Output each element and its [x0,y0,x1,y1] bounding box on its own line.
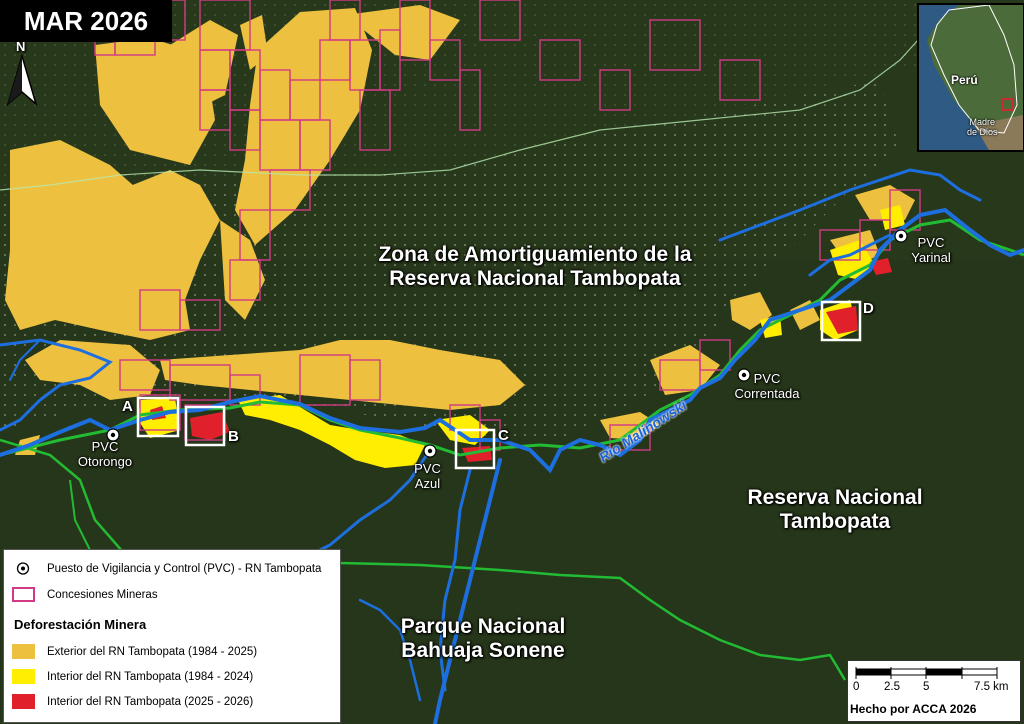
buffer-zone-label: Zona de Amortiguamiento de la Reserva Na… [378,243,692,291]
reserve-label: Reserva Nacional Tambopata [747,486,923,534]
credit-text: Hecho por ACCA 2026 [850,702,977,716]
scale-tick-1: 2.5 [884,681,900,693]
map-title: MAR 2026 [0,0,172,42]
scale-tick-2: 5 [923,681,930,693]
legend-label-concessions: Concesiones Mineras [47,588,158,601]
pvc-label-yarinal: PVC Yarinal [911,235,951,265]
legend-row-concessions: Concesiones Mineras [12,587,158,602]
legend-swatch-interior-new [12,694,35,709]
inset-country-label: Perú [951,73,978,87]
legend: Puesto de Vigilancia y Control (PVC) - R… [3,549,341,723]
inset-region-label: Madre de Dios [967,117,998,137]
box-label-b: B [228,428,239,445]
legend-label-pvc: Puesto de Vigilancia y Control (PVC) - R… [47,562,322,575]
legend-heading: Deforestación Minera [14,617,147,632]
box-label-d: D [863,300,874,317]
north-label: N [16,39,26,54]
legend-swatch-interior-old [12,669,35,684]
legend-row-pvc: Puesto de Vigilancia y Control (PVC) - R… [12,561,321,576]
legend-label-interior-old: Interior del RN Tambopata (1984 - 2024) [47,670,254,683]
legend-label-exterior: Exterior del RN Tambopata (1984 - 2025) [47,645,258,658]
scale-tick-3: 7.5 km [974,681,1009,693]
legend-label-interior-new: Interior del RN Tambopata (2025 - 2026) [47,695,254,708]
legend-swatch-concessions [12,587,35,602]
box-label-a: A [122,398,133,415]
park-label: Parque Nacional Bahuaja Sonene [400,615,566,663]
box-label-c: C [498,427,509,444]
pvc-label-azul: PVC Azul [414,461,441,491]
legend-swatch-exterior [12,644,35,659]
pvc-label-otorongo: PVC Otorongo [77,439,133,469]
scale-tick-0: 0 [853,681,860,693]
legend-row-interior-old: Interior del RN Tambopata (1984 - 2024) [12,669,253,684]
circle-dot-icon [16,562,30,575]
inset-locator-map: Perú Madre de Dios [917,3,1024,152]
pvc-label-correntada: PVC Correntada [734,371,800,401]
circle-dot-icon [423,444,437,458]
legend-row-exterior: Exterior del RN Tambopata (1984 - 2025) [12,644,257,659]
legend-row-interior-new: Interior del RN Tambopata (2025 - 2026) [12,694,253,709]
